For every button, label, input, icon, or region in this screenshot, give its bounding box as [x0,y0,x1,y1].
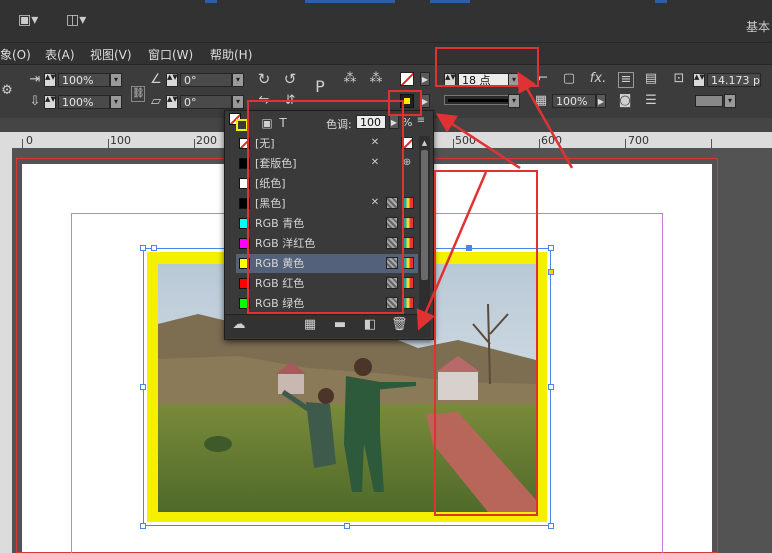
annotation-arrows [416,71,574,331]
